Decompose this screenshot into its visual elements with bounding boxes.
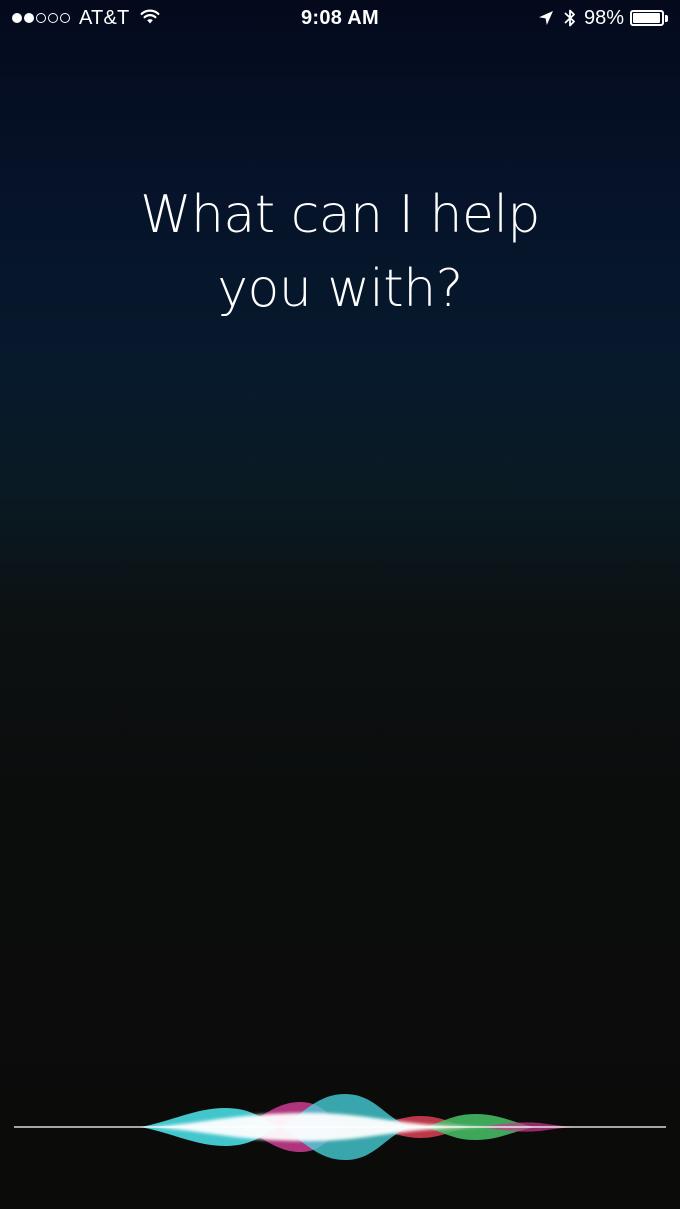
- status-bar: AT&T 9:08 AM 98%: [0, 0, 680, 38]
- battery-level-fill: [633, 13, 661, 23]
- siri-prompt: What can I help you with?: [0, 178, 680, 326]
- battery-icon: [630, 10, 664, 26]
- location-arrow-icon: [538, 10, 554, 26]
- siri-prompt-line-2: you with?: [217, 259, 463, 319]
- status-bar-right: 98%: [538, 6, 668, 30]
- siri-waveform-icon[interactable]: [0, 1080, 680, 1170]
- siri-screen: AT&T 9:08 AM 98% What can I help you wit…: [0, 0, 680, 1209]
- bluetooth-icon: [564, 8, 576, 28]
- battery-tip: [665, 14, 668, 22]
- battery-percentage: 98%: [583, 6, 624, 29]
- siri-prompt-line-1: What can I help: [140, 185, 540, 245]
